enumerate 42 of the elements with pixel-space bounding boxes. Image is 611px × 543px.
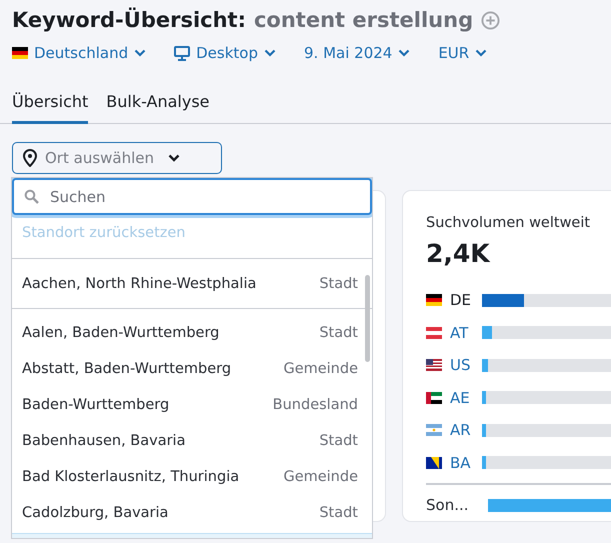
card-title: Suchvolumen weltweit — [426, 215, 592, 231]
flag-icon — [426, 456, 442, 469]
search-field[interactable]: Suchen — [12, 178, 372, 215]
chevron-down-icon — [398, 49, 410, 57]
filter-dropdown[interactable]: 9. Mai 2024 — [304, 44, 410, 62]
flag-icon — [426, 424, 442, 436]
country-link[interactable]: US — [450, 356, 471, 374]
flag-icon — [426, 392, 442, 404]
country-link[interactable]: AR — [450, 421, 471, 440]
chevron-down-icon — [134, 49, 146, 57]
location-option[interactable]: Baden-Wurttemberg Bundesland — [12, 387, 372, 423]
location-option[interactable]: Abstatt, Baden-Wurttemberg Gemeinde — [12, 351, 372, 387]
location-option[interactable]: Aalen, Baden-Wurttemberg Stadt — [12, 315, 372, 351]
location-dropdown[interactable]: Ort auswählen — [12, 142, 222, 174]
scrollbar-thumb[interactable] — [365, 275, 370, 362]
filter-dropdown[interactable]: Desktop — [174, 44, 276, 62]
search-icon — [24, 189, 39, 204]
country-link[interactable]: AE — [450, 388, 470, 407]
location-pin-icon — [23, 149, 37, 167]
location-option[interactable]: Cadolzburg, Bavaria Stadt — [12, 495, 372, 531]
location-option[interactable]: Bad Klosterlausnitz, Thuringia Gemeinde — [12, 459, 372, 495]
monitor-icon — [174, 46, 190, 60]
flag-icon — [426, 294, 442, 306]
chevron-down-icon — [475, 49, 488, 57]
tab[interactable]: Übersicht — [12, 90, 88, 124]
add-icon[interactable] — [481, 10, 500, 30]
other-label: Son... — [426, 496, 470, 514]
filter-dropdown[interactable]: EUR — [438, 44, 488, 62]
country-code: DE — [450, 291, 472, 310]
page-title: Keyword-Übersicht: — [12, 8, 246, 32]
flag-icon — [426, 326, 442, 339]
keyword-text: content erstellung — [254, 8, 474, 32]
filter-dropdown[interactable]: Deutschland — [12, 44, 146, 62]
flag-icon — [12, 47, 28, 59]
country-link[interactable]: AT — [450, 324, 468, 342]
tab[interactable]: Bulk-Analyse — [106, 90, 210, 124]
country-link[interactable]: BA — [450, 454, 471, 472]
volume-value: 2,4K — [426, 239, 492, 268]
location-option[interactable]: Babenhausen, Bavaria Stadt — [12, 423, 372, 459]
chevron-down-icon — [264, 49, 276, 57]
chevron-down-icon — [168, 154, 180, 162]
flag-icon — [426, 359, 442, 372]
